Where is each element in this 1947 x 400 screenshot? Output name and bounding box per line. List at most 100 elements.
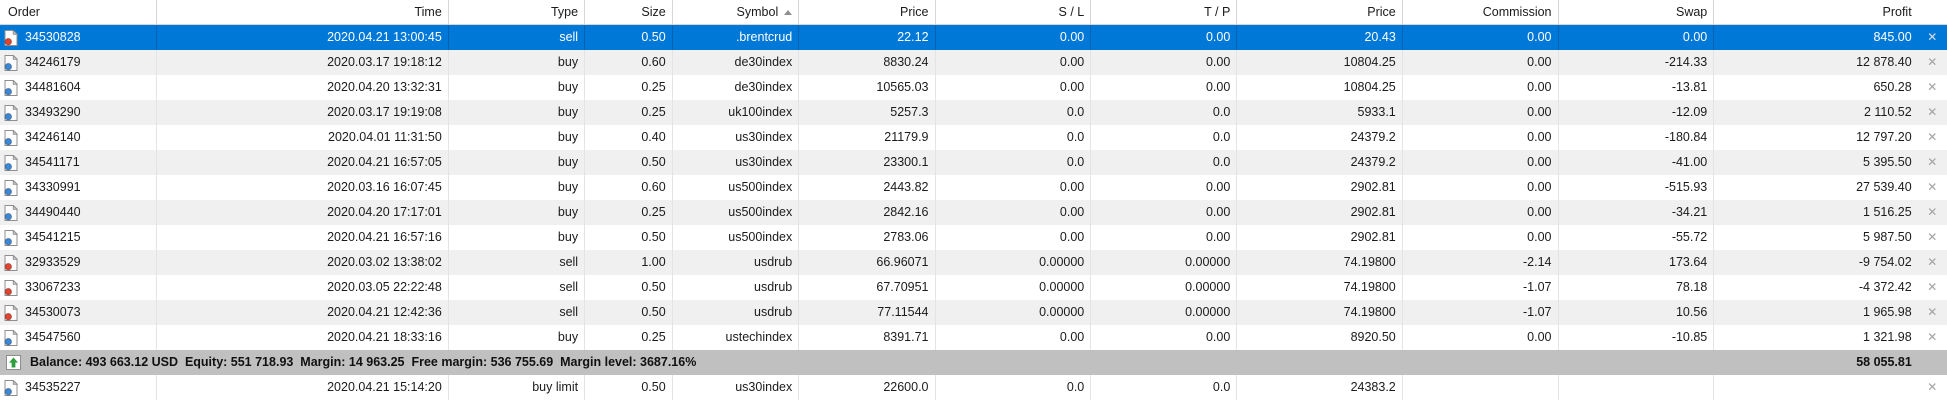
- order-number: 34246179: [25, 50, 81, 75]
- cell-profit: -9 754.02: [1713, 250, 1917, 275]
- buy-order-icon: [4, 230, 18, 246]
- order-row[interactable]: 343309912020.03.16 16:07:45buy0.60us500i…: [0, 175, 1947, 200]
- close-order-icon[interactable]: ✕: [1927, 75, 1937, 100]
- column-header-price_open[interactable]: Price: [798, 0, 934, 25]
- column-header-tp[interactable]: T / P: [1090, 0, 1236, 25]
- cell-size: 0.25: [584, 325, 672, 350]
- cell-price_cur: 10804.25: [1236, 50, 1401, 75]
- cell-profit: 12 878.40: [1713, 50, 1917, 75]
- cell-profit: -4 372.42: [1713, 275, 1917, 300]
- balance-deposit-icon: [6, 355, 21, 370]
- order-row[interactable]: 329335292020.03.02 13:38:02sell1.00usdru…: [0, 250, 1947, 275]
- column-header-size[interactable]: Size: [584, 0, 672, 25]
- cell-symbol: uk100index: [672, 100, 799, 125]
- cell-sl: 0.00: [935, 200, 1091, 225]
- cell-symbol: de30index: [672, 50, 799, 75]
- close-order-icon[interactable]: ✕: [1927, 150, 1937, 175]
- order-row[interactable]: 345411712020.04.21 16:57:05buy0.50us30in…: [0, 150, 1947, 175]
- cell-order: 34541215: [0, 225, 156, 250]
- cell-swap: -180.84: [1558, 125, 1714, 150]
- cell-price_open: 23300.1: [798, 150, 934, 175]
- column-header-time[interactable]: Time: [156, 0, 448, 25]
- cell-symbol: usdrub: [672, 275, 799, 300]
- column-header-label: Type: [551, 5, 578, 19]
- order-row[interactable]: 345300732020.04.21 12:42:36sell0.50usdru…: [0, 300, 1947, 325]
- order-row[interactable]: 342461792020.03.17 19:18:12buy0.60de30in…: [0, 50, 1947, 75]
- cell-tp: 0.00: [1090, 225, 1236, 250]
- cell-price_open: 77.11544: [798, 300, 934, 325]
- cell-swap: [1558, 375, 1714, 400]
- order-row[interactable]: 344816042020.04.20 13:32:31buy0.25de30in…: [0, 75, 1947, 100]
- cell-time: 2020.04.21 18:33:16: [156, 325, 448, 350]
- close-order-icon[interactable]: ✕: [1927, 300, 1937, 325]
- close-cell: ✕: [1918, 300, 1947, 325]
- close-order-icon[interactable]: ✕: [1927, 250, 1937, 275]
- cell-price_open: 21179.9: [798, 125, 934, 150]
- pending-order-row[interactable]: 345352272020.04.21 15:14:20buy limit0.50…: [0, 375, 1947, 400]
- column-header-commission[interactable]: Commission: [1402, 0, 1558, 25]
- order-row[interactable]: 345412152020.04.21 16:57:16buy0.50us500i…: [0, 225, 1947, 250]
- cell-price_open: 5257.3: [798, 100, 934, 125]
- close-cell: ✕: [1918, 150, 1947, 175]
- column-header-profit[interactable]: Profit: [1713, 0, 1917, 25]
- column-header-price_cur[interactable]: Price: [1236, 0, 1401, 25]
- cell-order: 34530073: [0, 300, 156, 325]
- cell-size: 0.50: [584, 225, 672, 250]
- cell-symbol: us30index: [672, 125, 799, 150]
- cell-price_cur: 24379.2: [1236, 150, 1401, 175]
- close-order-icon[interactable]: ✕: [1927, 325, 1937, 350]
- cell-size: 0.25: [584, 75, 672, 100]
- close-cell: ✕: [1918, 375, 1947, 400]
- cell-order: 33493290: [0, 100, 156, 125]
- close-order-icon[interactable]: ✕: [1927, 375, 1937, 400]
- cell-symbol: us500index: [672, 200, 799, 225]
- column-header-symbol[interactable]: Symbol: [672, 0, 799, 25]
- cell-tp: 0.00000: [1090, 300, 1236, 325]
- column-header-swap[interactable]: Swap: [1558, 0, 1714, 25]
- cell-type: sell: [448, 25, 584, 50]
- trade-terminal: OrderTimeTypeSizeSymbolPriceS / LT / PPr…: [0, 0, 1947, 400]
- column-header-order[interactable]: Order: [0, 0, 156, 25]
- column-header-label: Size: [641, 5, 665, 19]
- cell-time: 2020.03.02 13:38:02: [156, 250, 448, 275]
- cell-price_cur: 10804.25: [1236, 75, 1401, 100]
- column-header-label: Price: [1367, 5, 1395, 19]
- order-number: 34330991: [25, 175, 81, 200]
- cell-price_cur: 2902.81: [1236, 200, 1401, 225]
- order-number: 33493290: [25, 100, 81, 125]
- cell-time: 2020.04.21 12:42:36: [156, 300, 448, 325]
- cell-sl: 0.0: [935, 375, 1091, 400]
- cell-sl: 0.00: [935, 325, 1091, 350]
- order-row[interactable]: 334932902020.03.17 19:19:08buy0.25uk100i…: [0, 100, 1947, 125]
- cell-time: 2020.03.16 16:07:45: [156, 175, 448, 200]
- cell-size: 0.50: [584, 150, 672, 175]
- cell-tp: 0.00000: [1090, 275, 1236, 300]
- sort-ascending-icon: [784, 10, 792, 15]
- order-row[interactable]: 342461402020.04.01 11:31:50buy0.40us30in…: [0, 125, 1947, 150]
- cell-swap: -515.93: [1558, 175, 1714, 200]
- balance-icon-cell: [0, 350, 30, 375]
- column-header-sl[interactable]: S / L: [935, 0, 1091, 25]
- column-header-type[interactable]: Type: [448, 0, 584, 25]
- close-order-icon[interactable]: ✕: [1927, 100, 1937, 125]
- close-order-icon[interactable]: ✕: [1927, 25, 1937, 50]
- order-row[interactable]: 330672332020.03.05 22:22:48sell0.50usdru…: [0, 275, 1947, 300]
- cell-size: 0.25: [584, 200, 672, 225]
- cell-symbol: usdrub: [672, 250, 799, 275]
- close-order-icon[interactable]: ✕: [1927, 200, 1937, 225]
- close-order-icon[interactable]: ✕: [1927, 50, 1937, 75]
- close-order-icon[interactable]: ✕: [1927, 225, 1937, 250]
- order-row[interactable]: 344904402020.04.20 17:17:01buy0.25us500i…: [0, 200, 1947, 225]
- order-row[interactable]: 345475602020.04.21 18:33:16buy0.25ustech…: [0, 325, 1947, 350]
- close-order-icon[interactable]: ✕: [1927, 275, 1937, 300]
- cell-commission: 0.00: [1402, 100, 1558, 125]
- close-order-icon[interactable]: ✕: [1927, 175, 1937, 200]
- cell-swap: -10.85: [1558, 325, 1714, 350]
- close-cell: ✕: [1918, 275, 1947, 300]
- close-order-icon[interactable]: ✕: [1927, 125, 1937, 150]
- order-row[interactable]: 345308282020.04.21 13:00:45sell0.50.bren…: [0, 25, 1947, 50]
- cell-commission: -1.07: [1402, 275, 1558, 300]
- cell-commission: 0.00: [1402, 125, 1558, 150]
- order-number: 33067233: [25, 275, 81, 300]
- cell-symbol: de30index: [672, 75, 799, 100]
